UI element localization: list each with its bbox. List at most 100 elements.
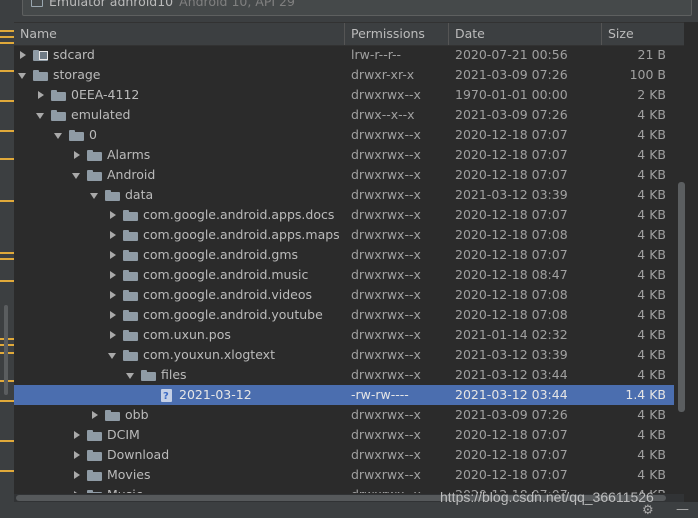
vertical-scrollbar[interactable] bbox=[678, 182, 685, 412]
table-row[interactable]: com.google.android.apps.maps drwxrwx--x 20… bbox=[14, 225, 674, 245]
file-date: 2020-12-18 07:07 bbox=[455, 147, 568, 162]
file-size: 4 KB bbox=[637, 427, 666, 442]
file-permissions: drwxrwx--x bbox=[351, 367, 421, 382]
chevron-down-icon[interactable] bbox=[53, 125, 65, 145]
chevron-down-icon[interactable] bbox=[107, 345, 119, 365]
column-header-permissions[interactable]: Permissions bbox=[344, 23, 447, 45]
folder-icon bbox=[87, 150, 102, 161]
folder-icon bbox=[123, 250, 138, 261]
file-permissions: drwxrwx--x bbox=[351, 87, 421, 102]
folder-icon bbox=[105, 190, 120, 201]
file-permissions: drwxrwx--x bbox=[351, 347, 421, 362]
device-title: Emulator adnroid10 Android 10, API 29 bbox=[49, 0, 295, 9]
table-row[interactable]: com.google.android.apps.docs drwxrwx--x 20… bbox=[14, 205, 674, 225]
table-row[interactable]: obb drwxrwx--x 2021-03-09 07:26 4 KB bbox=[14, 405, 674, 425]
chevron-right-icon[interactable] bbox=[71, 465, 83, 485]
file-name: 0 bbox=[89, 127, 97, 142]
file-date: 2021-03-12 03:39 bbox=[455, 187, 568, 202]
file-size: 4 KB bbox=[637, 247, 666, 262]
table-row[interactable]: files drwxrwx--x 2021-03-12 03:44 4 KB bbox=[14, 365, 674, 385]
table-row[interactable]: Movies drwxrwx--x 2020-12-18 07:07 4 KB bbox=[14, 465, 674, 485]
folder-icon bbox=[87, 470, 102, 481]
file-size: 4 KB bbox=[637, 327, 666, 342]
file-permissions: drwxrwx--x bbox=[351, 307, 421, 322]
chevron-right-icon[interactable] bbox=[107, 325, 119, 345]
file-name: Music bbox=[107, 485, 143, 493]
table-row[interactable]: com.google.android.youtube drwxrwx--x 2020… bbox=[14, 305, 674, 325]
chevron-right-icon[interactable] bbox=[71, 145, 83, 165]
file-size: 100 B bbox=[629, 67, 666, 82]
file-name: Movies bbox=[107, 467, 151, 482]
table-row[interactable]: 2021-03-12 -rw-rw---- 2021-03-12 03:44 1.4 … bbox=[14, 385, 674, 407]
table-row[interactable]: 0EEA-4112 drwxrwx--x 1970-01-01 00:00 2 KB bbox=[14, 85, 674, 105]
file-name: Download bbox=[107, 447, 170, 462]
table-row[interactable]: Android drwxrwx--x 2020-12-18 07:07 4 KB bbox=[14, 165, 674, 185]
gutter-marker bbox=[0, 252, 14, 254]
chevron-right-icon[interactable] bbox=[71, 425, 83, 445]
file-size: 4 KB bbox=[637, 227, 666, 242]
folder-icon bbox=[87, 170, 102, 181]
gutter-scroll-thumb[interactable] bbox=[4, 305, 8, 395]
device-selector[interactable]: Emulator adnroid10 Android 10, API 29 bbox=[22, 0, 692, 16]
chevron-right-icon[interactable] bbox=[107, 265, 119, 285]
table-row[interactable]: com.google.android.gms drwxrwx--x 2020-12-… bbox=[14, 245, 674, 265]
file-size: 4 KB bbox=[637, 267, 666, 282]
file-permissions: drwxrwx--x bbox=[351, 467, 421, 482]
device-toolbar: Emulator adnroid10 Android 10, API 29 bbox=[14, 0, 698, 22]
column-header-size[interactable]: Size bbox=[601, 23, 684, 45]
file-permissions: drwxrwx--x bbox=[351, 167, 421, 182]
file-size: 4 KB bbox=[637, 207, 666, 222]
file-name: 0EEA-4112 bbox=[71, 87, 140, 102]
table-row[interactable]: com.google.android.videos drwxrwx--x 2020-… bbox=[14, 285, 674, 305]
file-name: com.google.android.apps.maps bbox=[143, 227, 340, 242]
chevron-right-icon[interactable] bbox=[107, 205, 119, 225]
chevron-right-icon[interactable] bbox=[35, 85, 47, 105]
table-row[interactable]: Alarms drwxrwx--x 2020-12-18 07:07 4 KB bbox=[14, 145, 674, 165]
table-row[interactable]: 0 drwxrwx--x 2020-12-18 07:07 4 KB bbox=[14, 125, 674, 145]
chevron-down-icon[interactable] bbox=[125, 365, 137, 385]
folder-icon bbox=[123, 230, 138, 241]
gutter-marker bbox=[0, 130, 14, 132]
chevron-down-icon[interactable] bbox=[35, 105, 47, 125]
column-header-date[interactable]: Date bbox=[448, 23, 601, 45]
chevron-right-icon[interactable] bbox=[107, 225, 119, 245]
table-row[interactable]: data drwxrwx--x 2021-03-12 03:39 4 KB bbox=[14, 185, 674, 205]
chevron-right-icon[interactable] bbox=[107, 245, 119, 265]
minimize-icon[interactable]: — bbox=[676, 502, 689, 517]
gutter-marker bbox=[0, 30, 14, 32]
file-permissions: drwxrwx--x bbox=[351, 227, 421, 242]
column-header-name[interactable]: Name bbox=[14, 23, 343, 45]
chevron-right-icon[interactable] bbox=[71, 445, 83, 465]
gutter-marker bbox=[0, 42, 14, 44]
table-row[interactable]: DCIM drwxrwx--x 2020-12-18 07:07 4 KB bbox=[14, 425, 674, 445]
table-row[interactable]: emulated drwx--x--x 2021-03-09 07:26 4 KB bbox=[14, 105, 674, 125]
folder-icon bbox=[123, 290, 138, 301]
chevron-right-icon[interactable] bbox=[89, 405, 101, 425]
chevron-right-icon[interactable] bbox=[107, 305, 119, 325]
chevron-right-icon[interactable] bbox=[71, 485, 83, 493]
chevron-down-icon[interactable] bbox=[17, 65, 29, 85]
file-name: data bbox=[125, 187, 154, 202]
file-date: 2020-12-18 07:07 bbox=[455, 447, 568, 462]
folder-icon bbox=[123, 270, 138, 281]
table-row[interactable]: sdcard lrw-r--r-- 2020-07-21 00:56 21 B bbox=[14, 45, 674, 65]
chevron-right-icon[interactable] bbox=[17, 45, 29, 65]
link-overlay-icon bbox=[39, 51, 48, 60]
gutter-marker bbox=[0, 400, 14, 402]
file-size: 21 B bbox=[637, 47, 666, 62]
gear-icon[interactable]: ⚙ bbox=[642, 503, 654, 518]
file-date: 2020-12-18 07:07 bbox=[455, 467, 568, 482]
chevron-right-icon[interactable] bbox=[107, 285, 119, 305]
table-row[interactable]: com.youxun.xlogtext drwxrwx--x 2021-03-12 … bbox=[14, 345, 674, 365]
chevron-down-icon[interactable] bbox=[71, 165, 83, 185]
table-row[interactable]: Download drwxrwx--x 2020-12-18 07:07 4 KB bbox=[14, 445, 674, 465]
chevron-down-icon[interactable] bbox=[89, 185, 101, 205]
file-name: com.uxun.pos bbox=[143, 327, 231, 342]
table-row[interactable]: com.google.android.music drwxrwx--x 2020-1… bbox=[14, 265, 674, 285]
folder-icon bbox=[87, 490, 102, 493]
table-row[interactable]: storage drwxr-xr-x 2021-03-09 07:26 100 B bbox=[14, 65, 674, 85]
table-row[interactable]: com.uxun.pos drwxrwx--x 2021-01-14 02:32 4 … bbox=[14, 325, 674, 345]
file-size: 4 KB bbox=[637, 147, 666, 162]
file-permissions: drwxrwx--x bbox=[351, 207, 421, 222]
gutter-marker bbox=[0, 100, 14, 102]
